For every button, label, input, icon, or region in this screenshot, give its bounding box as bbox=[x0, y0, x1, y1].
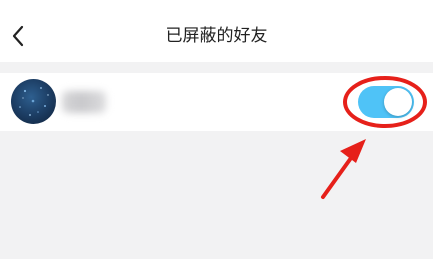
toggle-knob bbox=[384, 88, 412, 116]
avatar[interactable] bbox=[11, 79, 56, 124]
friend-name-blurred bbox=[62, 91, 106, 113]
annotation-arrow bbox=[321, 139, 366, 199]
page-title: 已屏蔽的好友 bbox=[165, 26, 268, 46]
block-toggle-switch[interactable] bbox=[358, 86, 414, 118]
nav-bar: 已屏蔽的好友 bbox=[0, 0, 433, 62]
